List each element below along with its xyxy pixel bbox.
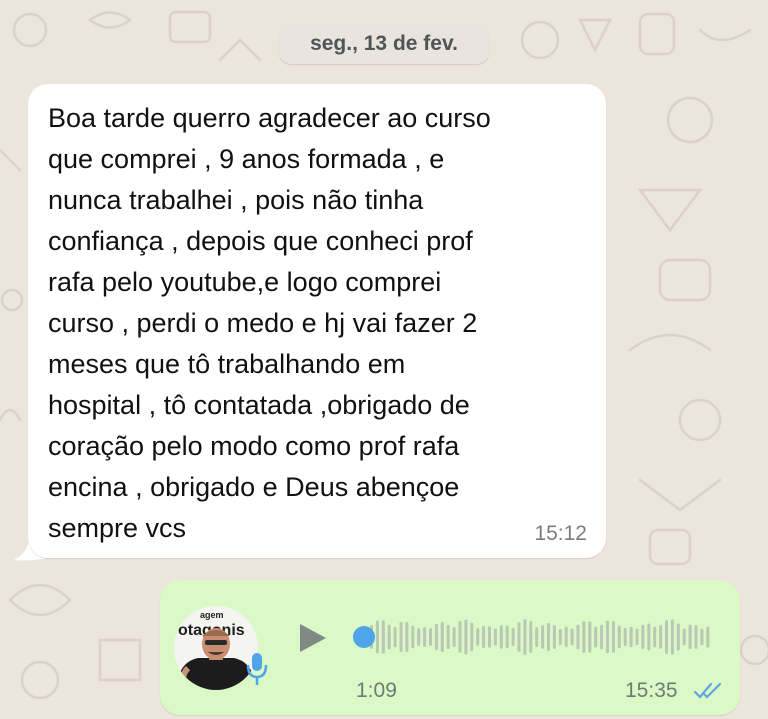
waveform-bar [552, 624, 556, 650]
waveform-bar [417, 628, 421, 646]
waveform-bar [706, 626, 710, 648]
waveform-bar [393, 626, 397, 648]
waveform-bar [405, 621, 409, 653]
waveform-bar [659, 625, 663, 649]
waveform-bar [647, 623, 651, 651]
waveform-bar [452, 626, 456, 648]
waveform-bar [399, 622, 403, 652]
waveform-bar [564, 626, 568, 648]
waveform-bar [576, 624, 580, 650]
audio-waveform-slider[interactable] [350, 610, 710, 664]
double-check-icon [693, 682, 722, 699]
waveform-bar [665, 620, 668, 654]
voice-duration: 1:09 [356, 679, 397, 702]
waveform-bar [682, 628, 686, 646]
waveform-bar [482, 626, 486, 648]
waveform-bar [623, 627, 627, 647]
waveform-bar [694, 625, 698, 649]
waveform-bar [594, 626, 598, 648]
waveform-bar [617, 625, 621, 649]
incoming-message-bubble[interactable]: Boa tarde querro agradecer ao curso que … [28, 84, 606, 558]
waveform-bar [499, 625, 503, 649]
message-timestamp: 15:12 [534, 522, 587, 545]
waveform-bar [611, 621, 615, 653]
waveform-bar [541, 625, 545, 649]
waveform-bar [529, 621, 533, 653]
waveform-bar [440, 622, 444, 652]
waveform-bar [558, 628, 562, 646]
voice-message-bubble[interactable]: agem otagonis 1:09 15:35 [160, 580, 740, 715]
waveform-bar [470, 622, 474, 652]
waveform-bar [458, 621, 462, 653]
message-timestamp: 15:35 [625, 679, 678, 702]
waveform-bar [535, 627, 539, 647]
waveform-bar [653, 626, 657, 648]
waveform-bar [629, 626, 633, 648]
waveform-bar [582, 621, 586, 653]
waveform-bar [505, 625, 509, 649]
waveform-bar [387, 624, 391, 650]
waveform-bar [670, 619, 674, 655]
waveform-bar [429, 628, 432, 646]
waveform-bar [688, 624, 692, 650]
waveform-bar [476, 628, 480, 646]
microphone-icon [246, 653, 268, 685]
waveform-bar [700, 628, 704, 646]
waveform-bar [464, 619, 468, 655]
waveform-bar [635, 628, 639, 646]
waveform-bar [511, 627, 515, 647]
waveform-bar [493, 628, 497, 646]
playback-position-knob[interactable] [353, 626, 375, 648]
waveform-bar [434, 623, 438, 651]
date-separator: seg., 13 de fev. [279, 24, 489, 64]
avatar-banner-text-1: agem [200, 610, 224, 620]
play-icon[interactable] [294, 620, 330, 656]
waveform-bar [641, 624, 645, 650]
waveform-bar [375, 620, 379, 654]
waveform-bar [523, 619, 527, 655]
waveform-bar [606, 620, 609, 654]
waveform-bar [423, 627, 427, 647]
waveform-bar [517, 622, 521, 652]
waveform-bar [381, 620, 385, 654]
waveform-bar [570, 628, 574, 646]
waveform-bar [588, 621, 592, 653]
waveform-bar [411, 625, 415, 649]
waveform-bar [446, 624, 450, 650]
message-text: Boa tarde querro agradecer ao curso que … [48, 103, 491, 543]
waveform-bar [547, 622, 550, 652]
waveform-bar [676, 623, 680, 651]
waveform-bar [600, 624, 604, 650]
waveform-bar [488, 626, 491, 648]
